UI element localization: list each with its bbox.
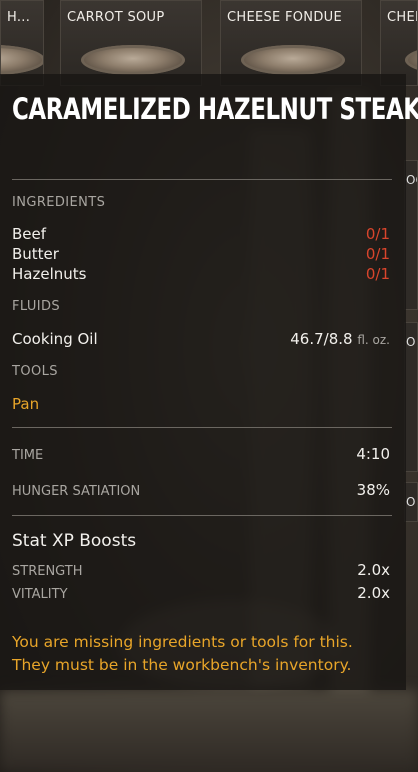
time-label: TIME bbox=[12, 448, 44, 463]
dish-image bbox=[81, 45, 185, 75]
fluid-name: Cooking Oil bbox=[12, 330, 98, 348]
recipe-tile[interactable]: OC bbox=[404, 160, 418, 310]
time-value: 4:10 bbox=[356, 445, 390, 463]
divider bbox=[12, 515, 392, 516]
ingredient-amount: 0/1 bbox=[365, 265, 390, 283]
recipe-tile-label: CHEESE FONDUE bbox=[227, 10, 342, 25]
recipe-tooltip: CARAMELIZED HAZELNUT STEAK INGREDIENTS B… bbox=[0, 74, 418, 690]
fluid-unit: fl. oz. bbox=[357, 333, 390, 347]
warning-line: They must be in the workbench's inventor… bbox=[12, 656, 352, 674]
recipe-tile[interactable]: O bbox=[404, 322, 418, 472]
background-floor bbox=[0, 690, 418, 772]
fluids-heading: FLUIDS bbox=[12, 299, 61, 314]
missing-warning: You are missing ingredients or tools for… bbox=[12, 631, 394, 677]
recipe-tile[interactable]: O bbox=[404, 482, 418, 522]
stat-row: STRENGTH 2.0x bbox=[12, 561, 390, 579]
stat-value: 2.0x bbox=[357, 561, 390, 579]
stat-row: VITALITY 2.0x bbox=[12, 584, 390, 602]
warning-line: You are missing ingredients or tools for… bbox=[12, 633, 353, 651]
stat-xp-heading: Stat XP Boosts bbox=[12, 531, 137, 551]
fluid-row: Cooking Oil 46.7/8.8 fl. oz. bbox=[12, 330, 390, 348]
hunger-value: 38% bbox=[356, 481, 390, 499]
recipe-tile-label: CHEE bbox=[387, 10, 417, 25]
tool-row: Pan bbox=[12, 395, 390, 413]
recipe-tile-label: OC bbox=[406, 173, 417, 187]
recipe-title: CARAMELIZED HAZELNUT STEAK bbox=[12, 92, 418, 126]
fluid-amount-group: 46.7/8.8 fl. oz. bbox=[290, 330, 390, 348]
hunger-label: HUNGER SATIATION bbox=[12, 484, 141, 499]
recipe-tile-label: CARROT SOUP bbox=[67, 10, 165, 25]
divider bbox=[12, 179, 392, 180]
ingredient-row: Beef 0/1 bbox=[12, 225, 390, 243]
recipe-tile-label: O bbox=[406, 495, 416, 509]
stat-name: STRENGTH bbox=[12, 564, 83, 579]
ingredients-heading: INGREDIENTS bbox=[12, 195, 106, 210]
ingredient-row: Butter 0/1 bbox=[12, 245, 390, 263]
time-row: TIME 4:10 bbox=[12, 445, 390, 463]
fluid-amount: 46.7/8.8 bbox=[290, 330, 353, 348]
dish-image bbox=[1, 45, 43, 75]
stat-name: VITALITY bbox=[12, 587, 68, 602]
tools-heading: TOOLS bbox=[12, 364, 58, 379]
tool-name: Pan bbox=[12, 395, 40, 413]
recipe-tile-label: O bbox=[406, 335, 416, 349]
ingredient-amount: 0/1 bbox=[365, 225, 390, 243]
divider bbox=[12, 427, 392, 428]
dish-image bbox=[405, 45, 417, 75]
ingredient-name: Hazelnuts bbox=[12, 265, 87, 283]
ingredient-name: Butter bbox=[12, 245, 59, 263]
ingredient-amount: 0/1 bbox=[365, 245, 390, 263]
ingredient-name: Beef bbox=[12, 225, 47, 243]
recipe-tile-label: H... bbox=[7, 10, 31, 25]
stat-value: 2.0x bbox=[357, 584, 390, 602]
ingredient-row: Hazelnuts 0/1 bbox=[12, 265, 390, 283]
dish-image bbox=[241, 45, 345, 75]
hunger-row: HUNGER SATIATION 38% bbox=[12, 481, 390, 499]
